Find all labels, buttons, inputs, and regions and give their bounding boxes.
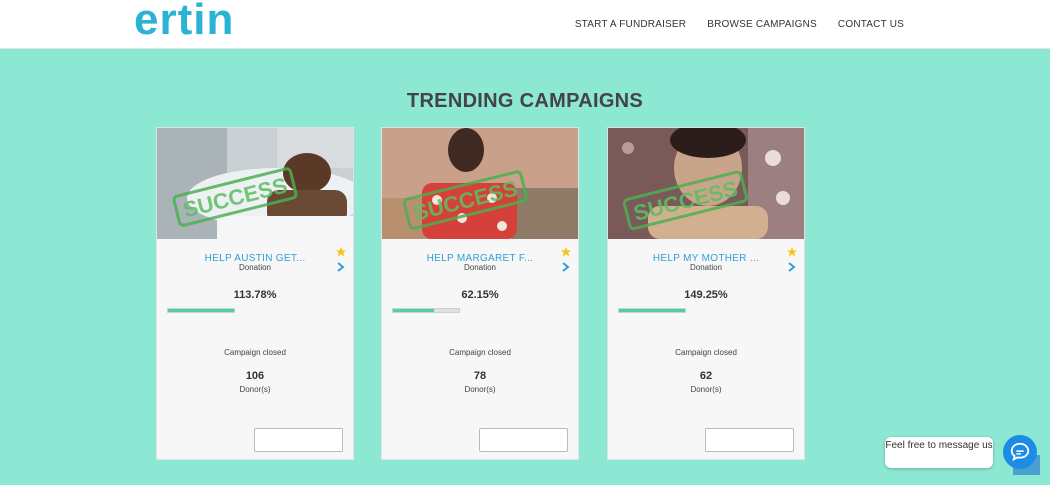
- nav-start-fundraiser[interactable]: START A FUNDRAISER: [575, 19, 686, 30]
- campaign-card[interactable]: SUCCESS HELP AUSTIN GET... Donation 113.…: [156, 127, 354, 460]
- funded-percent: 149.25%: [684, 289, 728, 301]
- campaign-type: Donation: [238, 263, 272, 272]
- chat-icon: [1010, 442, 1030, 462]
- chat-prompt-bubble[interactable]: Feel free to message us: [885, 437, 993, 468]
- nav-contact-us[interactable]: CONTACT US: [838, 19, 904, 30]
- top-navbar: ertin START A FUNDRAISER BROWSE CAMPAIGN…: [0, 0, 1050, 49]
- nav-browse-campaigns[interactable]: BROWSE CAMPAIGNS: [707, 19, 817, 30]
- campaign-action-button[interactable]: [705, 428, 794, 452]
- donor-label: Donor(s): [464, 385, 496, 394]
- campaign-action-button[interactable]: [479, 428, 568, 452]
- campaign-image[interactable]: SUCCESS: [608, 128, 804, 239]
- campaign-card[interactable]: SUCCESS HELP MARGARET F... Donation 62.1…: [381, 127, 579, 460]
- progress-fill: [393, 309, 435, 312]
- campaign-type: Donation: [463, 263, 497, 272]
- main-nav: START A FUNDRAISER BROWSE CAMPAIGNS CONT…: [575, 19, 904, 30]
- star-icon[interactable]: [786, 246, 798, 258]
- funded-percent: 113.78%: [233, 289, 277, 301]
- campaign-card[interactable]: SUCCESS HELP MY MOTHER ... Donation 149.…: [607, 127, 805, 460]
- campaign-type: Donation: [689, 263, 723, 272]
- campaign-status: Campaign closed: [675, 348, 737, 357]
- progress-fill: [619, 309, 685, 312]
- donor-label: Donor(s): [239, 385, 271, 394]
- progress-bar: [618, 308, 686, 313]
- logo[interactable]: ertin: [134, 0, 235, 44]
- funded-percent: 62.15%: [461, 289, 499, 301]
- campaign-action-button[interactable]: [254, 428, 343, 452]
- donor-count: 78: [473, 370, 487, 382]
- logo-text: ertin: [134, 0, 235, 44]
- progress-fill: [168, 309, 234, 312]
- campaign-status: Campaign closed: [449, 348, 511, 357]
- donor-count: 106: [245, 370, 265, 382]
- campaign-status: Campaign closed: [224, 348, 286, 357]
- chat-launcher-button[interactable]: [1003, 435, 1037, 469]
- donor-label: Donor(s): [690, 385, 722, 394]
- campaign-image[interactable]: SUCCESS: [157, 128, 353, 239]
- campaign-image[interactable]: SUCCESS: [382, 128, 578, 239]
- progress-bar: [392, 308, 460, 313]
- donor-count: 62: [699, 370, 713, 382]
- star-icon[interactable]: [335, 246, 347, 258]
- star-icon[interactable]: [560, 246, 572, 258]
- progress-bar: [167, 308, 235, 313]
- section-title: TRENDING CAMPAIGNS: [406, 90, 644, 112]
